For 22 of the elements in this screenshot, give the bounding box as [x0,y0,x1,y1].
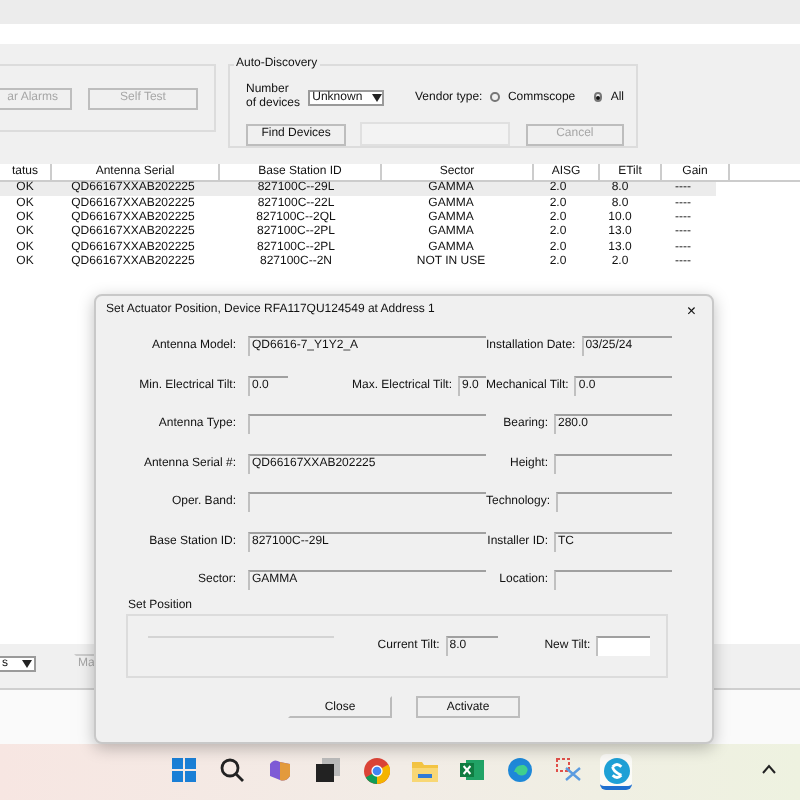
text-field[interactable] [554,570,672,590]
windows-start-icon[interactable] [172,758,196,782]
caret-icon [22,660,32,668]
folder-icon[interactable] [411,759,437,781]
swirl-browser-icon[interactable] [508,758,532,782]
browser-icon[interactable] [363,757,389,783]
chevron-up-icon[interactable] [762,764,776,774]
colorful-app-icon[interactable] [268,758,292,782]
task-view-icon[interactable] [316,758,340,782]
text-field[interactable] [556,492,672,512]
caret-icon [371,93,382,101]
search-icon[interactable] [220,758,244,782]
radio-button[interactable] [490,92,500,102]
radio-button[interactable] [593,92,603,102]
text-field[interactable] [554,453,672,473]
text-field[interactable] [596,636,650,656]
scissors-icon[interactable] [555,758,581,782]
text-field[interactable] [248,414,486,434]
spreadsheet-icon[interactable] [460,758,484,782]
close-button[interactable]: × [686,301,696,319]
text-field[interactable] [248,492,486,512]
swirl-app-icon[interactable] [603,757,629,783]
